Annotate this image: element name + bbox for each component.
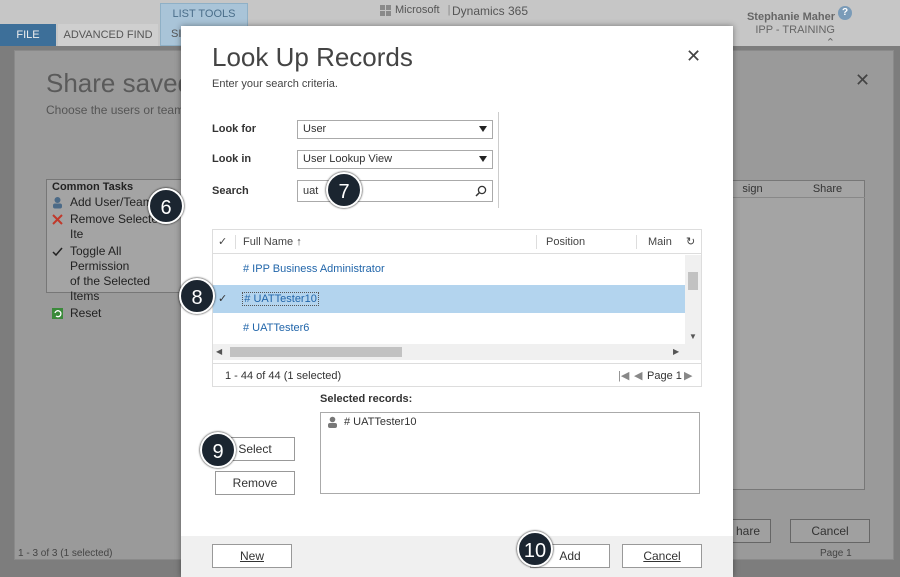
grid-footer: 1 - 44 of 44 (1 selected) |◀ ◀ Page 1 ▶ (213, 363, 701, 387)
remove-button[interactable]: Remove (215, 471, 295, 495)
hscroll-thumb[interactable] (230, 347, 402, 357)
look-in-label: Look in (212, 153, 252, 165)
look-for-value: User (303, 123, 327, 135)
tab-file[interactable]: FILE (0, 24, 56, 46)
sort-up-icon: ↑ (296, 236, 302, 248)
refresh-icon[interactable]: ↻ (686, 230, 695, 254)
record-link[interactable]: # IPP Business Administrator (243, 263, 385, 275)
scroll-left-icon[interactable]: ◀ (216, 347, 222, 356)
share-status-text: 1 - 3 of 3 (1 selected) (18, 548, 113, 559)
select-all-checkbox[interactable]: ✓ (218, 230, 227, 254)
user-name: Stephanie Maher (746, 11, 835, 23)
scroll-thumb[interactable] (688, 272, 698, 290)
dropdown-arrow-icon (479, 126, 487, 132)
list-tools-label: LIST TOOLS (172, 8, 236, 20)
cancel-button[interactable]: Cancel (622, 544, 702, 568)
table-row[interactable]: # IPP Business Administrator (213, 255, 685, 283)
task-label: Add User/Team (70, 195, 153, 209)
row-checkmark-icon: ✓ (218, 293, 228, 305)
red-x-icon (52, 214, 63, 225)
dialog-title: Look Up Records (212, 42, 413, 72)
record-link[interactable]: # UATTester10 (242, 292, 319, 306)
callout-7: 7 (326, 172, 362, 208)
callout-10: 10 (517, 531, 553, 567)
dropdown-arrow-icon (479, 156, 487, 162)
selected-record-label: # UATTester10 (344, 416, 417, 428)
share-grid-header: sign Share (715, 180, 865, 198)
dialog-subtitle: Enter your search criteria. (212, 78, 338, 90)
task-label: Toggle All Permission of the Selected Ite… (70, 244, 151, 303)
callout-8: 8 (179, 278, 215, 314)
table-row[interactable]: # UATTester6 (213, 314, 685, 342)
prev-page-icon[interactable]: ◀ (634, 364, 642, 388)
chevron-up-icon: ⌃ (825, 37, 835, 49)
microsoft-brand: Microsoft | (380, 4, 450, 16)
search-icon[interactable] (475, 185, 487, 197)
selected-records-label: Selected records: (320, 393, 413, 405)
callout-6: 6 (148, 188, 184, 224)
dialog-footer: New Add Cancel (181, 536, 733, 577)
page-label: Page 1 (647, 370, 682, 382)
microsoft-logo-icon (380, 4, 391, 16)
share-close-icon[interactable]: ✕ (855, 70, 870, 91)
col-position[interactable]: Position (546, 230, 585, 254)
user-icon (328, 416, 337, 428)
reset-icon (52, 308, 63, 319)
scroll-down-icon[interactable]: ▼ (689, 332, 697, 341)
checkmark-icon (52, 247, 63, 257)
selected-record-item[interactable]: # UATTester10 (321, 413, 699, 431)
microsoft-label: Microsoft (395, 4, 440, 16)
user-icon (53, 197, 62, 209)
look-for-select[interactable]: User (297, 120, 493, 139)
record-link[interactable]: # UATTester6 (243, 322, 309, 334)
callout-9: 9 (200, 432, 236, 468)
search-label: Search (212, 185, 249, 197)
divider (498, 112, 499, 208)
reset-task[interactable]: Reset (47, 305, 181, 322)
col-main[interactable]: Main (648, 230, 672, 254)
lookup-records-dialog: Look Up Records Enter your search criter… (181, 26, 733, 577)
vertical-scrollbar[interactable]: ▼ (685, 255, 701, 344)
table-row-selected[interactable]: ✓ # UATTester10 (213, 285, 685, 313)
share-grid-panel (715, 180, 865, 490)
scroll-right-icon[interactable]: ▶ (673, 347, 679, 356)
share-page-text: Page 1 (820, 548, 852, 559)
close-icon[interactable]: ✕ (686, 46, 701, 67)
next-page-icon[interactable]: ▶ (684, 364, 692, 388)
task-label: Reset (70, 306, 102, 320)
user-info[interactable]: Stephanie Maher IPP - TRAINING ⌃ (745, 11, 835, 50)
col-share: Share (812, 183, 843, 195)
results-grid: ✓ Full Name ↑ Position Main ↻ # IPP Busi… (212, 229, 702, 387)
product-name: Dynamics 365 (452, 4, 529, 18)
record-count: 1 - 44 of 44 (1 selected) (225, 370, 342, 382)
share-cancel-button[interactable]: Cancel (790, 519, 870, 543)
org-name: IPP - TRAINING (755, 24, 835, 36)
search-value: uat (303, 185, 319, 197)
tab-advanced-find[interactable]: ADVANCED FIND (58, 24, 158, 46)
help-icon[interactable]: ? (838, 6, 852, 20)
horizontal-scrollbar[interactable]: ◀ ▶ (213, 344, 701, 360)
grid-header: ✓ Full Name ↑ Position Main ↻ (213, 230, 701, 254)
selected-records-list[interactable]: # UATTester10 (320, 412, 700, 494)
share-dialog-title: Share saved (46, 68, 192, 98)
toggle-permissions-task[interactable]: Toggle All Permission of the Selected Ite… (47, 243, 181, 305)
look-for-label: Look for (212, 123, 256, 135)
look-in-value: User Lookup View (303, 153, 393, 165)
look-in-select[interactable]: User Lookup View (297, 150, 493, 169)
share-dialog-subtitle: Choose the users or team (46, 103, 185, 117)
col-full-name[interactable]: Full Name ↑ (243, 230, 302, 254)
new-button[interactable]: New (212, 544, 292, 568)
first-page-icon[interactable]: |◀ (618, 364, 629, 388)
